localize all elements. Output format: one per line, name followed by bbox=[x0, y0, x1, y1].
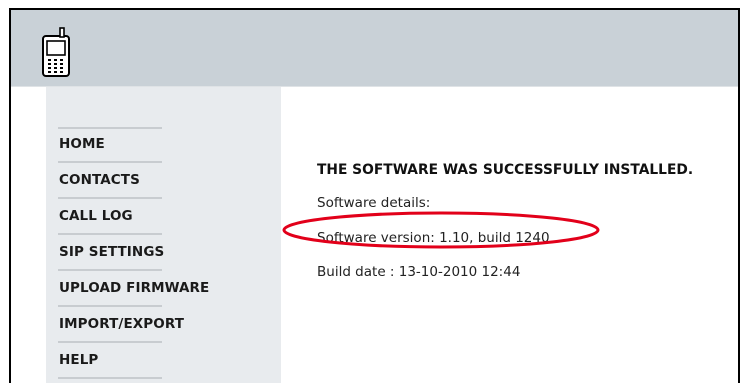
highlight-circle-annotation bbox=[282, 211, 600, 249]
sidebar-item-sip-settings[interactable]: SIP SETTINGS bbox=[59, 244, 164, 260]
sidebar-item-help[interactable]: HELP bbox=[59, 352, 98, 368]
nav-separator bbox=[58, 341, 162, 343]
sidebar-item-call-log[interactable]: CALL LOG bbox=[59, 208, 133, 224]
header-bar bbox=[11, 10, 738, 86]
nav-separator bbox=[58, 269, 162, 271]
sidebar-item-import-export[interactable]: IMPORT/EXPORT bbox=[59, 316, 184, 332]
browser-frame: HOME CONTACTS CALL LOG SIP SETTINGS UPLO… bbox=[9, 8, 740, 383]
sidebar-item-contacts[interactable]: CONTACTS bbox=[59, 172, 140, 188]
sidebar-item-upload-firmware[interactable]: UPLOAD FIRMWARE bbox=[59, 280, 209, 296]
nav-separator bbox=[58, 233, 162, 235]
nav-separator bbox=[58, 377, 162, 379]
install-success-message: THE SOFTWARE WAS SUCCESSFULLY INSTALLED. bbox=[317, 162, 694, 178]
mobile-phone-icon bbox=[42, 27, 70, 77]
software-details-label: Software details: bbox=[317, 195, 431, 211]
sidebar-item-home[interactable]: HOME bbox=[59, 136, 105, 152]
nav-separator bbox=[58, 161, 162, 163]
build-date-text: Build date : 13-10-2010 12:44 bbox=[317, 264, 521, 280]
sidebar-nav: HOME CONTACTS CALL LOG SIP SETTINGS UPLO… bbox=[46, 87, 281, 383]
nav-separator bbox=[58, 127, 162, 129]
nav-separator bbox=[58, 197, 162, 199]
nav-separator bbox=[58, 305, 162, 307]
